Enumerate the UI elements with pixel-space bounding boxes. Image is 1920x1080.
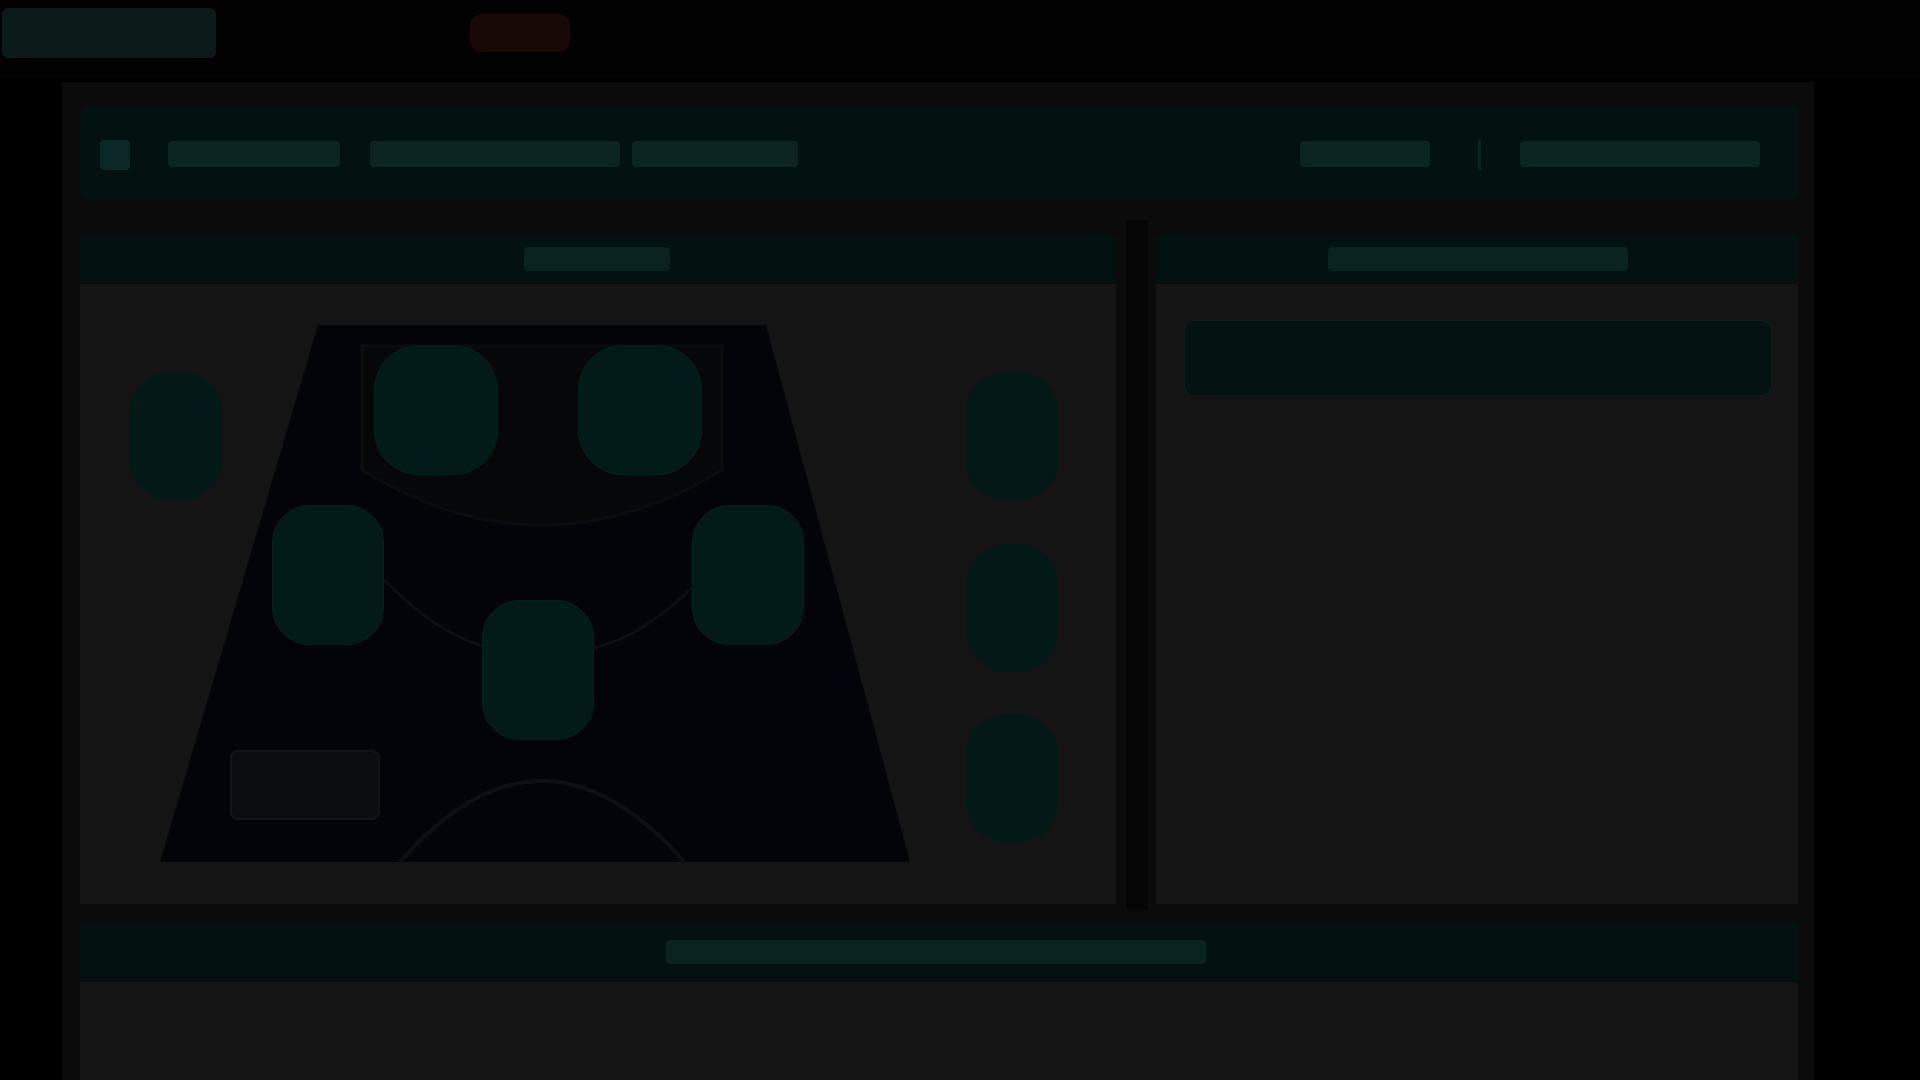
- bottom-panel-title: [666, 940, 1206, 964]
- side-panel-title: [1328, 247, 1628, 271]
- player-slot[interactable]: [692, 505, 804, 645]
- court-panel-title: [524, 247, 670, 271]
- bench-slot[interactable]: [966, 544, 1058, 672]
- player-slot[interactable]: [272, 505, 384, 645]
- bench-slot[interactable]: [966, 714, 1058, 842]
- alert-badge[interactable]: [470, 14, 570, 52]
- player-slot[interactable]: [482, 600, 594, 740]
- app-logo[interactable]: [2, 8, 216, 58]
- header-stat-secondary[interactable]: [1520, 141, 1760, 167]
- header-subtitle: [370, 141, 620, 167]
- bottom-panel: [80, 982, 1798, 1080]
- player-slot[interactable]: [578, 345, 702, 475]
- header-detail: [632, 141, 798, 167]
- header-title: [168, 141, 340, 167]
- app-root: [0, 0, 1920, 1080]
- bench-slot[interactable]: [966, 372, 1058, 500]
- court-badge: [230, 750, 380, 820]
- header-divider: [1478, 140, 1481, 170]
- bench-slot[interactable]: [130, 372, 222, 500]
- back-icon[interactable]: [100, 140, 130, 170]
- header-stat: [1300, 141, 1430, 167]
- info-banner: [1184, 320, 1772, 396]
- top-bar: [0, 0, 1920, 78]
- player-slot[interactable]: [374, 345, 498, 475]
- panel-divider: [1126, 220, 1148, 910]
